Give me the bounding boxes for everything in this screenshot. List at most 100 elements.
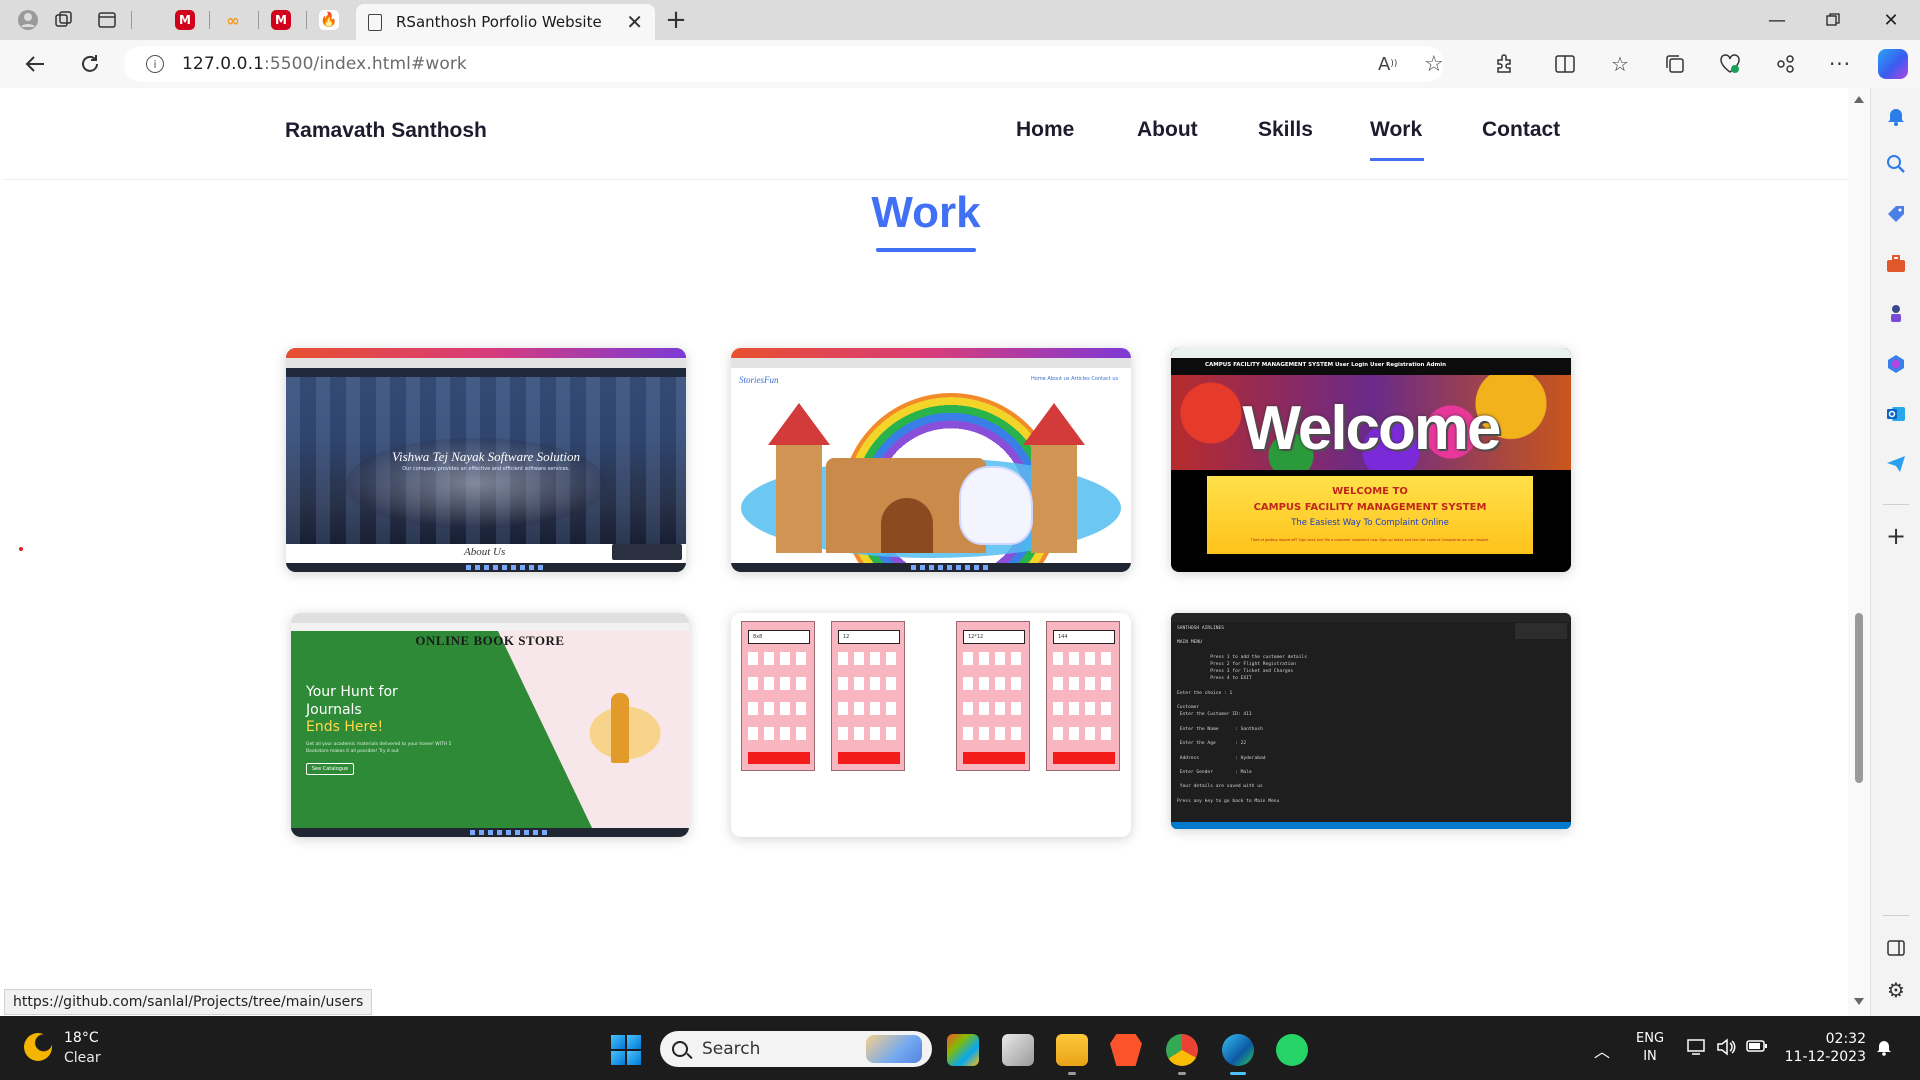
copilot-pre-app-icon[interactable] — [947, 1034, 979, 1066]
project-card-stories-fun[interactable]: StoriesFun Home About us Articles Contac… — [731, 348, 1131, 572]
project-card-airline-terminal[interactable]: SANTHOSH AIRLINES MAIN MENU Press 1 to a… — [1171, 613, 1571, 829]
sidebar-separator — [1883, 504, 1909, 505]
moon-weather-icon[interactable] — [24, 1033, 52, 1061]
tools-briefcase-icon[interactable] — [1884, 252, 1908, 276]
stories-logo: StoriesFun — [739, 375, 779, 385]
project-card-online-book-store[interactable]: ONLINE BOOK STORE Your Hunt for Journals… — [291, 613, 689, 837]
close-window-icon[interactable]: ✕ — [1871, 5, 1911, 35]
hide-sidebar-icon[interactable] — [1884, 936, 1908, 960]
microsoft-365-icon[interactable] — [1884, 352, 1908, 376]
tab-actions-icon[interactable] — [92, 5, 122, 35]
close-tab-icon[interactable]: ✕ — [626, 10, 643, 34]
page-scrollbar[interactable] — [1848, 88, 1870, 1016]
task-view-icon[interactable] — [1002, 1034, 1034, 1066]
unicorn-image — [961, 468, 1031, 543]
tab-favicon-3[interactable]: M — [266, 5, 296, 35]
add-sidebar-app-icon[interactable]: + — [1884, 522, 1908, 550]
taskbar-clock[interactable]: 02:32 11-12-2023 — [1784, 1030, 1866, 1066]
terminal-output: SANTHOSH AIRLINES MAIN MENU Press 1 to a… — [1177, 626, 1307, 804]
section-title: Work — [871, 188, 981, 237]
brave-browser-icon[interactable] — [1110, 1034, 1142, 1066]
equals-key — [748, 752, 810, 764]
restore-icon[interactable] — [1813, 5, 1853, 35]
games-chess-icon[interactable] — [1884, 302, 1908, 326]
search-icon[interactable] — [1884, 152, 1908, 176]
calculator-display: 144 — [1053, 630, 1115, 644]
tab-title: RSanthosh Porfolio Website — [396, 13, 602, 31]
tab-favicon-2[interactable]: ∞ — [218, 5, 248, 35]
workspaces-icon[interactable] — [49, 5, 79, 35]
project-card-software-solution[interactable]: Vishwa Tej Nayak Software Solution Our c… — [286, 348, 686, 572]
active-tab[interactable]: RSanthosh Porfolio Website ✕ — [356, 4, 655, 40]
network-icon[interactable] — [1686, 1038, 1706, 1060]
minimize-icon[interactable]: — — [1757, 5, 1797, 35]
project-card-campus-facility[interactable]: CAMPUS FACILITY MANAGEMENT SYSTEM User L… — [1171, 348, 1571, 572]
clock-date: 11-12-2023 — [1784, 1049, 1866, 1065]
catalogue-button: See Catalogue — [306, 763, 354, 775]
outlook-icon[interactable] — [1884, 402, 1908, 426]
nav-skills[interactable]: Skills — [1258, 118, 1313, 142]
next-section-title-clipped — [842, 1006, 1012, 1016]
link-chain-icon: ∞ — [226, 10, 240, 30]
read-aloud-icon[interactable]: A)) — [1378, 46, 1397, 82]
m-logo-icon: M — [175, 10, 195, 30]
calculator-keys — [748, 652, 810, 744]
site-brand[interactable]: Ramavath Santhosh — [285, 119, 487, 143]
whatsapp-icon[interactable] — [1276, 1034, 1308, 1066]
weather-temperature[interactable]: 18°C — [64, 1030, 99, 1046]
tab-favicon-4[interactable]: 🔥 — [314, 5, 344, 35]
edge-browser-icon[interactable] — [1222, 1034, 1254, 1075]
screenshot-addressbar — [1171, 348, 1571, 358]
chrome-browser-icon[interactable] — [1166, 1034, 1198, 1075]
browser-essentials-icon[interactable] — [1716, 50, 1744, 78]
site-info-icon[interactable]: i — [146, 55, 164, 73]
language-indicator[interactable]: ENG IN — [1636, 1030, 1664, 1066]
nav-home[interactable]: Home — [1016, 118, 1074, 142]
site-header: Ramavath Santhosh Home About Skills Work… — [4, 88, 1848, 180]
windows-start-icon[interactable] — [611, 1035, 641, 1065]
calculator-keys — [838, 652, 900, 744]
address-toolbar: i 127.0.0.1:5500/index.html#work A)) ☆ ☆… — [0, 40, 1920, 88]
address-bar[interactable]: i 127.0.0.1:5500/index.html#work A)) ☆ — [124, 46, 1444, 82]
share-icon[interactable] — [1771, 50, 1799, 78]
welcome-banner: Welcome — [1171, 375, 1571, 470]
send-drop-icon[interactable] — [1884, 452, 1908, 476]
nav-about[interactable]: About — [1137, 118, 1198, 142]
stray-dot — [19, 547, 23, 551]
copilot-icon[interactable] — [1878, 49, 1908, 79]
scroll-down-arrow[interactable] — [1854, 998, 1864, 1005]
profile-icon[interactable] — [13, 5, 43, 35]
screenshot-taskbar — [286, 563, 686, 572]
taskbar-search-box[interactable]: Search — [660, 1031, 932, 1067]
project-card-calculators[interactable]: 8x8 12 12*12 144 — [731, 613, 1131, 837]
url-text[interactable]: 127.0.0.1:5500/index.html#work — [182, 54, 467, 74]
notification-bell-icon[interactable] — [1876, 1038, 1892, 1060]
tab-separator — [306, 11, 307, 29]
windows-taskbar: 18°C Clear Search ︿ ENG IN 02:32 11-12-202… — [0, 1016, 1920, 1080]
shopping-tag-icon[interactable] — [1884, 202, 1908, 226]
collections-icon[interactable] — [1661, 50, 1689, 78]
favorite-star-icon[interactable]: ☆ — [1424, 46, 1444, 82]
nav-work[interactable]: Work — [1370, 118, 1422, 142]
extensions-icon[interactable] — [1490, 50, 1518, 78]
screenshot-tabbar — [731, 348, 1131, 358]
more-options-icon[interactable]: ··· — [1826, 50, 1854, 78]
project-tagline: Our company provides an effective and ef… — [402, 466, 570, 472]
scroll-up-arrow[interactable] — [1854, 96, 1864, 103]
file-explorer-icon[interactable] — [1056, 1034, 1088, 1075]
nav-contact[interactable]: Contact — [1482, 118, 1560, 142]
favorites-icon[interactable]: ☆ — [1606, 50, 1634, 78]
back-arrow-icon[interactable] — [20, 49, 50, 79]
weather-condition[interactable]: Clear — [64, 1050, 101, 1066]
show-hidden-icons-chevron[interactable]: ︿ — [1594, 1038, 1610, 1062]
bell-icon[interactable] — [1884, 104, 1908, 128]
scroll-thumb[interactable] — [1855, 613, 1863, 783]
refresh-icon[interactable] — [75, 49, 105, 79]
split-screen-icon[interactable] — [1551, 50, 1579, 78]
volume-icon[interactable] — [1716, 1038, 1736, 1060]
new-tab-icon[interactable]: + — [661, 5, 691, 35]
battery-icon[interactable] — [1746, 1038, 1768, 1057]
url-host: 127.0.0.1 — [182, 54, 265, 74]
settings-gear-icon[interactable]: ⚙ — [1884, 978, 1908, 1002]
tab-favicon-1[interactable]: M — [170, 5, 200, 35]
